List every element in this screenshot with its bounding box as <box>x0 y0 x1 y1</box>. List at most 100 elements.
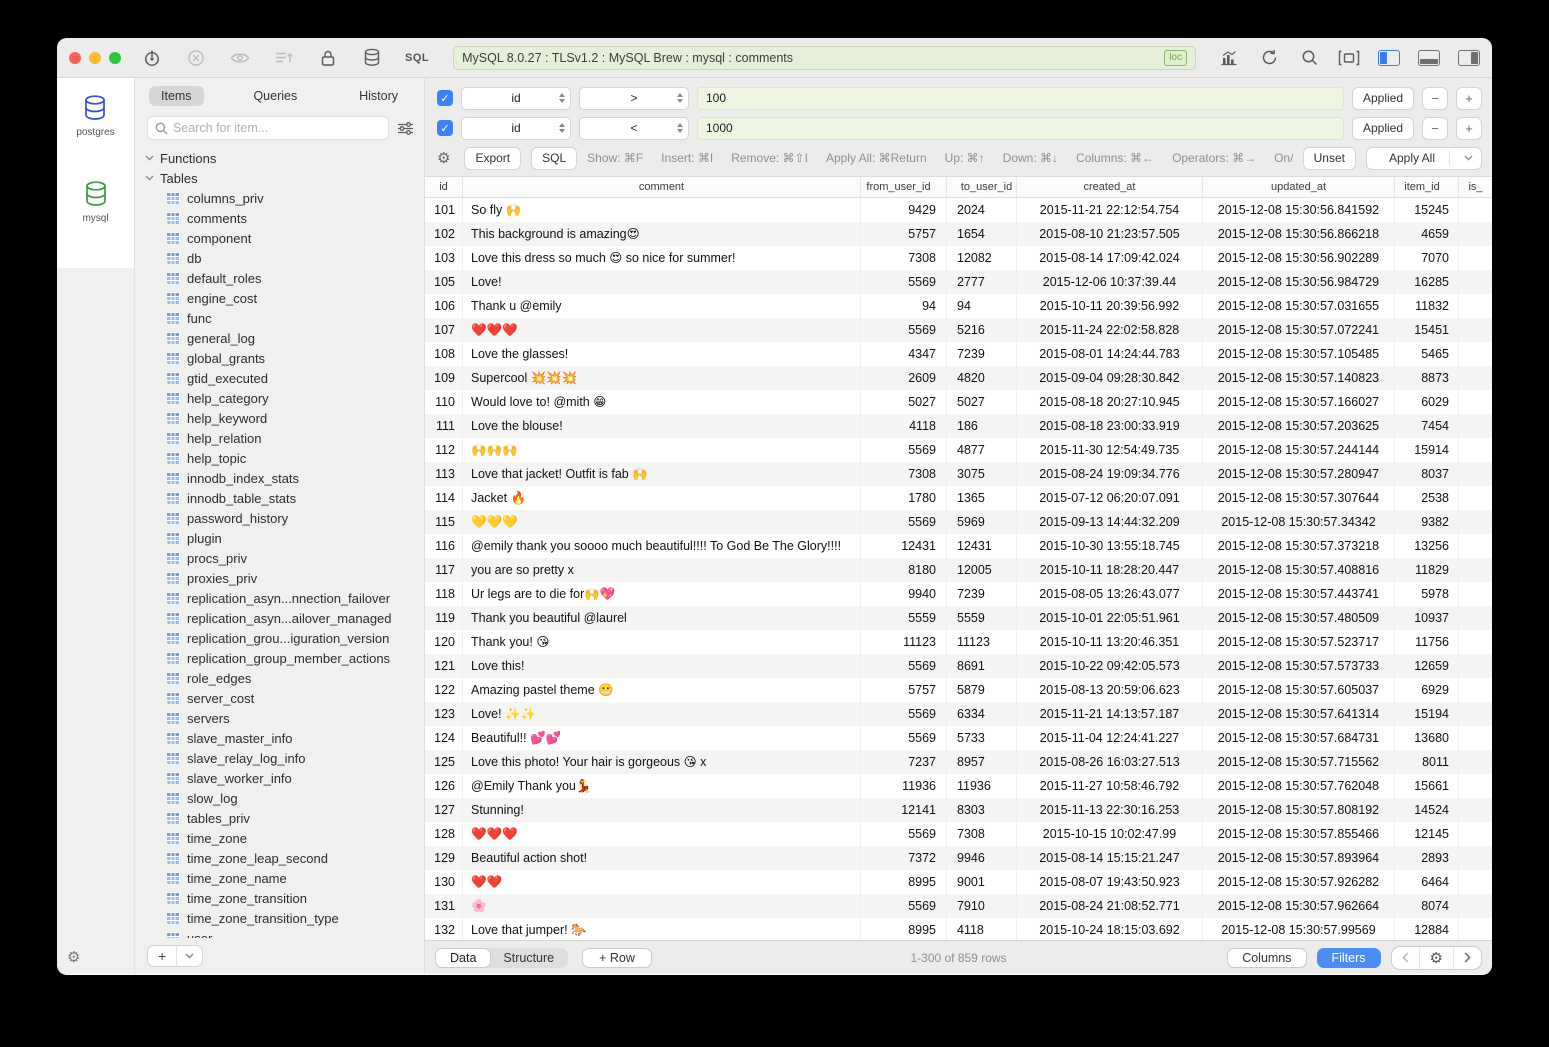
sidebar-table-item[interactable]: user <box>145 928 424 938</box>
sql-editor-button[interactable]: SQL <box>405 52 429 64</box>
database-icon[interactable] <box>361 48 383 68</box>
commit-list-icon[interactable] <box>273 48 295 68</box>
sidebar-table-item[interactable]: engine_cost <box>145 288 424 308</box>
table-row[interactable]: 127Stunning!1214183032015-11-13 22:30:16… <box>425 798 1492 822</box>
tab-items[interactable]: Items <box>149 86 204 106</box>
table-row[interactable]: 106Thank u @emily94942015-10-11 20:39:56… <box>425 294 1492 318</box>
table-settings-gear-icon[interactable]: ⚙ <box>1419 947 1453 969</box>
toggle-left-panel-icon[interactable] <box>1378 50 1400 66</box>
table-row[interactable]: 113Love that jacket! Outfit is fab 🙌7308… <box>425 462 1492 486</box>
add-item-button[interactable]: + <box>148 946 177 966</box>
section-functions[interactable]: Functions <box>145 148 424 168</box>
sidebar-table-item[interactable]: servers <box>145 708 424 728</box>
sidebar-table-item[interactable]: general_log <box>145 328 424 348</box>
prev-page-button[interactable] <box>1392 947 1419 969</box>
columns-button[interactable]: Columns <box>1227 948 1306 968</box>
filter-operator-select[interactable]: > <box>579 87 689 110</box>
unset-button[interactable]: Unset <box>1303 147 1356 170</box>
column-header-to_user_id[interactable]: to_user_id <box>947 177 1017 197</box>
sidebar-table-item[interactable]: replication_group_member_actions <box>145 648 424 668</box>
table-row[interactable]: 112🙌🙌🙌556948772015-11-30 12:54:49.735201… <box>425 438 1492 462</box>
table-row[interactable]: 111Love the blouse!41181862015-08-18 23:… <box>425 414 1492 438</box>
filter-field-select[interactable]: id <box>461 117 571 140</box>
filter-value-input[interactable] <box>697 117 1344 140</box>
close-window-button[interactable] <box>69 52 81 64</box>
filter-checkbox[interactable]: ✓ <box>437 120 453 136</box>
sidebar-table-item[interactable]: help_keyword <box>145 408 424 428</box>
table-row[interactable]: 131🌸556979102015-08-24 21:08:52.7712015-… <box>425 894 1492 918</box>
toggle-right-panel-icon[interactable] <box>1458 50 1480 66</box>
disconnect-icon[interactable] <box>185 48 207 68</box>
preview-eye-icon[interactable] <box>229 48 251 68</box>
tab-history[interactable]: History <box>347 86 410 106</box>
column-header-is_[interactable]: is_ <box>1459 177 1492 197</box>
chart-icon[interactable] <box>1218 48 1240 68</box>
tab-queries[interactable]: Queries <box>241 86 309 106</box>
table-row[interactable]: 125Love this photo! Your hair is gorgeou… <box>425 750 1492 774</box>
table-row[interactable]: 124Beautiful!! 💕💕556957332015-11-04 12:2… <box>425 726 1492 750</box>
sidebar-table-item[interactable]: time_zone_name <box>145 868 424 888</box>
sidebar-table-item[interactable]: func <box>145 308 424 328</box>
sidebar-table-item[interactable]: tables_priv <box>145 808 424 828</box>
sidebar-table-item[interactable]: time_zone_transition_type <box>145 908 424 928</box>
sidebar-table-item[interactable]: help_relation <box>145 428 424 448</box>
filter-settings-icon[interactable] <box>397 121 414 136</box>
column-header-created_at[interactable]: created_at <box>1017 177 1203 197</box>
sidebar-table-item[interactable]: role_edges <box>145 668 424 688</box>
table-row[interactable]: 130❤️❤️899590012015-08-07 19:43:50.92320… <box>425 870 1492 894</box>
table-row[interactable]: 108Love the glasses!434772392015-08-01 1… <box>425 342 1492 366</box>
filter-applied-button[interactable]: Applied <box>1352 87 1414 110</box>
focus-mode-icon[interactable] <box>1338 48 1360 68</box>
sidebar-table-item[interactable]: proxies_priv <box>145 568 424 588</box>
sidebar-table-item[interactable]: innodb_index_stats <box>145 468 424 488</box>
sidebar-table-item[interactable]: password_history <box>145 508 424 528</box>
tab-data[interactable]: Data <box>435 948 491 968</box>
sidebar-table-item[interactable]: slave_master_info <box>145 728 424 748</box>
filter-add-button[interactable]: + <box>1456 87 1482 110</box>
refresh-icon[interactable] <box>1258 48 1280 68</box>
table-row[interactable]: 128❤️❤️❤️556973082015-10-15 10:02:47.992… <box>425 822 1492 846</box>
sidebar-table-item[interactable]: server_cost <box>145 688 424 708</box>
column-header-comment[interactable]: comment <box>463 177 861 197</box>
table-row[interactable]: 107❤️❤️❤️556952162015-11-24 22:02:58.828… <box>425 318 1492 342</box>
connection-postgres[interactable]: postgres <box>76 94 114 138</box>
filter-checkbox[interactable]: ✓ <box>437 90 453 106</box>
table-row[interactable]: 121Love this!556986912015-10-22 09:42:05… <box>425 654 1492 678</box>
table-row[interactable]: 126@Emily Thank you💃11936119362015-11-27… <box>425 774 1492 798</box>
sidebar-table-item[interactable]: replication_asyn...nnection_failover <box>145 588 424 608</box>
table-row[interactable]: 114Jacket 🔥178013652015-07-12 06:20:07.0… <box>425 486 1492 510</box>
table-row[interactable]: 115💛💛💛556959692015-09-13 14:44:32.209201… <box>425 510 1492 534</box>
table-row[interactable]: 103Love this dress so much 😍 so nice for… <box>425 246 1492 270</box>
connection-icon[interactable] <box>141 48 163 68</box>
sidebar-table-item[interactable]: time_zone_transition <box>145 888 424 908</box>
filter-applied-button[interactable]: Applied <box>1352 117 1414 140</box>
filter-gear-icon[interactable]: ⚙ <box>437 149 450 167</box>
table-row[interactable]: 117you are so pretty x8180120052015-10-1… <box>425 558 1492 582</box>
table-row[interactable]: 110Would love to! @mith 😁502750272015-08… <box>425 390 1492 414</box>
filters-button[interactable]: Filters <box>1317 948 1381 968</box>
sidebar-table-item[interactable]: help_category <box>145 388 424 408</box>
sidebar-table-item[interactable]: time_zone <box>145 828 424 848</box>
table-row[interactable]: 116@emily thank you soooo much beautiful… <box>425 534 1492 558</box>
item-search-field[interactable] <box>147 116 389 140</box>
column-header-id[interactable]: id <box>425 177 463 197</box>
filter-field-select[interactable]: id <box>461 87 571 110</box>
column-header-item_id[interactable]: item_id <box>1395 177 1459 197</box>
toggle-bottom-panel-icon[interactable] <box>1418 50 1440 66</box>
add-item-split-button[interactable]: + <box>147 945 203 967</box>
zoom-window-button[interactable] <box>109 52 121 64</box>
table-row[interactable]: 105Love!556927772015-12-06 10:37:39.4420… <box>425 270 1492 294</box>
section-tables[interactable]: Tables <box>145 168 424 188</box>
table-row[interactable]: 109Supercool 💥💥💥260948202015-09-04 09:28… <box>425 366 1492 390</box>
column-header-from_user_id[interactable]: from_user_id <box>861 177 947 197</box>
search-input[interactable] <box>173 121 381 135</box>
sidebar-table-item[interactable]: help_topic <box>145 448 424 468</box>
sidebar-table-item[interactable]: default_roles <box>145 268 424 288</box>
sidebar-table-item[interactable]: procs_priv <box>145 548 424 568</box>
connection-mysql[interactable]: mysql <box>82 180 108 224</box>
filter-remove-button[interactable]: − <box>1422 117 1448 140</box>
table-row[interactable]: 102This background is amazing😍5757165420… <box>425 222 1492 246</box>
minimize-window-button[interactable] <box>89 52 101 64</box>
sidebar-table-item[interactable]: component <box>145 228 424 248</box>
sidebar-table-item[interactable]: db <box>145 248 424 268</box>
